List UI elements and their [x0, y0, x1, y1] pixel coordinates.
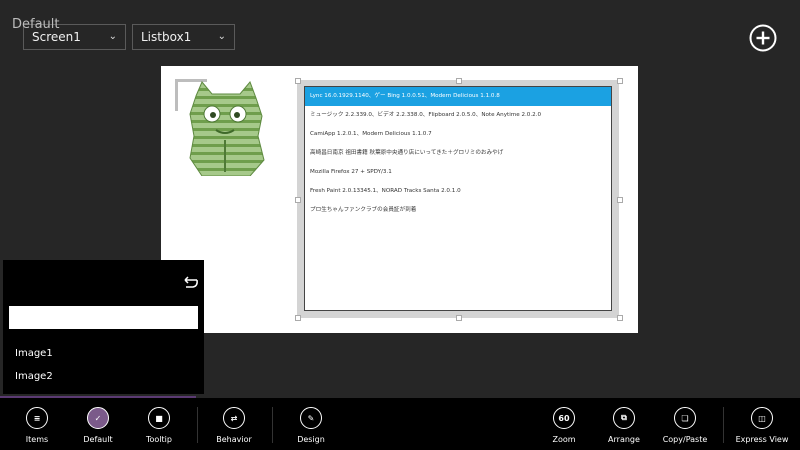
flyout-title: Default	[12, 17, 60, 32]
resize-handle[interactable]	[456, 315, 462, 321]
design-label: Design	[297, 435, 325, 444]
list-item[interactable]: ミュージック 2.2.339.0、ビデオ 2.2.338.0、Flipboard…	[305, 106, 611, 125]
default-button[interactable]: ✓ Default	[63, 407, 133, 447]
arrange-icon: ⧉	[613, 407, 635, 429]
list-item[interactable]: Lync 16.0.1929.1140、ゲー Bing 1.0.0.51、Mod…	[305, 87, 611, 106]
chart-edit-icon: ✓	[87, 407, 109, 429]
separator	[272, 407, 273, 443]
chevron-down-icon: ⌄	[108, 31, 117, 42]
arrange-label: Arrange	[608, 435, 640, 444]
pencil-icon: ✎	[300, 407, 322, 429]
list-item[interactable]: Mozilla Firefox 27 + SPDY/3.1	[305, 163, 611, 182]
default-label: Default	[83, 435, 113, 444]
separator	[723, 407, 724, 443]
resize-handle[interactable]	[617, 315, 623, 321]
resize-handle[interactable]	[617, 197, 623, 203]
separator	[197, 407, 198, 443]
back-arrow-icon[interactable]	[183, 276, 199, 290]
express-view-icon: ◫	[751, 407, 773, 429]
list-item[interactable]: CamiApp 1.2.0.1、Modern Delicious 1.1.0.7	[305, 125, 611, 144]
express-view-label: Express View	[735, 435, 789, 444]
behavior-icon: ⇄	[223, 407, 245, 429]
resize-handle[interactable]	[295, 78, 301, 84]
chevron-down-icon: ⌄	[217, 31, 226, 42]
cat-image[interactable]	[178, 80, 272, 176]
tooltip-label: Tooltip	[146, 435, 172, 444]
resize-handle[interactable]	[456, 78, 462, 84]
behavior-label: Behavior	[216, 435, 252, 444]
flyout-item-image1[interactable]: Image1	[15, 348, 53, 359]
accent-line	[0, 396, 196, 398]
screen-dropdown-value: Screen1	[32, 30, 81, 44]
flyout-item-image2[interactable]: Image2	[15, 371, 53, 382]
list-icon: ≡	[26, 407, 48, 429]
control-dropdown-value: Listbox1	[141, 30, 192, 44]
list-item[interactable]: プロ生ちゃんファンクラブの会員証が到着	[305, 201, 611, 220]
items-label: Items	[25, 435, 49, 444]
behavior-button[interactable]: ⇄ Behavior	[199, 407, 269, 447]
items-button[interactable]: ≡ Items	[2, 407, 72, 447]
express-view-button[interactable]: ◫ Express View	[727, 407, 797, 447]
arrange-button[interactable]: ⧉ Arrange	[589, 407, 659, 447]
default-value-input[interactable]	[9, 306, 198, 329]
list-item[interactable]: Fresh Paint 2.0.13345.1、NORAD Tracks San…	[305, 182, 611, 201]
zoom-value: 60	[553, 407, 575, 429]
tooltip-button[interactable]: ■ Tooltip	[124, 407, 194, 447]
copy-paste-label: Copy/Paste	[662, 435, 708, 444]
comment-icon: ■	[148, 407, 170, 429]
resize-handle[interactable]	[295, 197, 301, 203]
design-button[interactable]: ✎ Design	[276, 407, 346, 447]
resize-handle[interactable]	[295, 315, 301, 321]
control-dropdown[interactable]: Listbox1 ⌄	[132, 24, 235, 50]
copy-paste-button[interactable]: ❏ Copy/Paste	[650, 407, 720, 447]
resize-handle[interactable]	[617, 78, 623, 84]
clipboard-icon: ❏	[674, 407, 696, 429]
add-screen-button[interactable]	[749, 24, 777, 52]
list-item[interactable]: 高崎昌日南京 祖田書籍 秋葉原中央通り店にいってきた＋グロリミのおみやげ	[305, 144, 611, 163]
listbox[interactable]: Lync 16.0.1929.1140、ゲー Bing 1.0.0.51、Mod…	[304, 86, 612, 311]
